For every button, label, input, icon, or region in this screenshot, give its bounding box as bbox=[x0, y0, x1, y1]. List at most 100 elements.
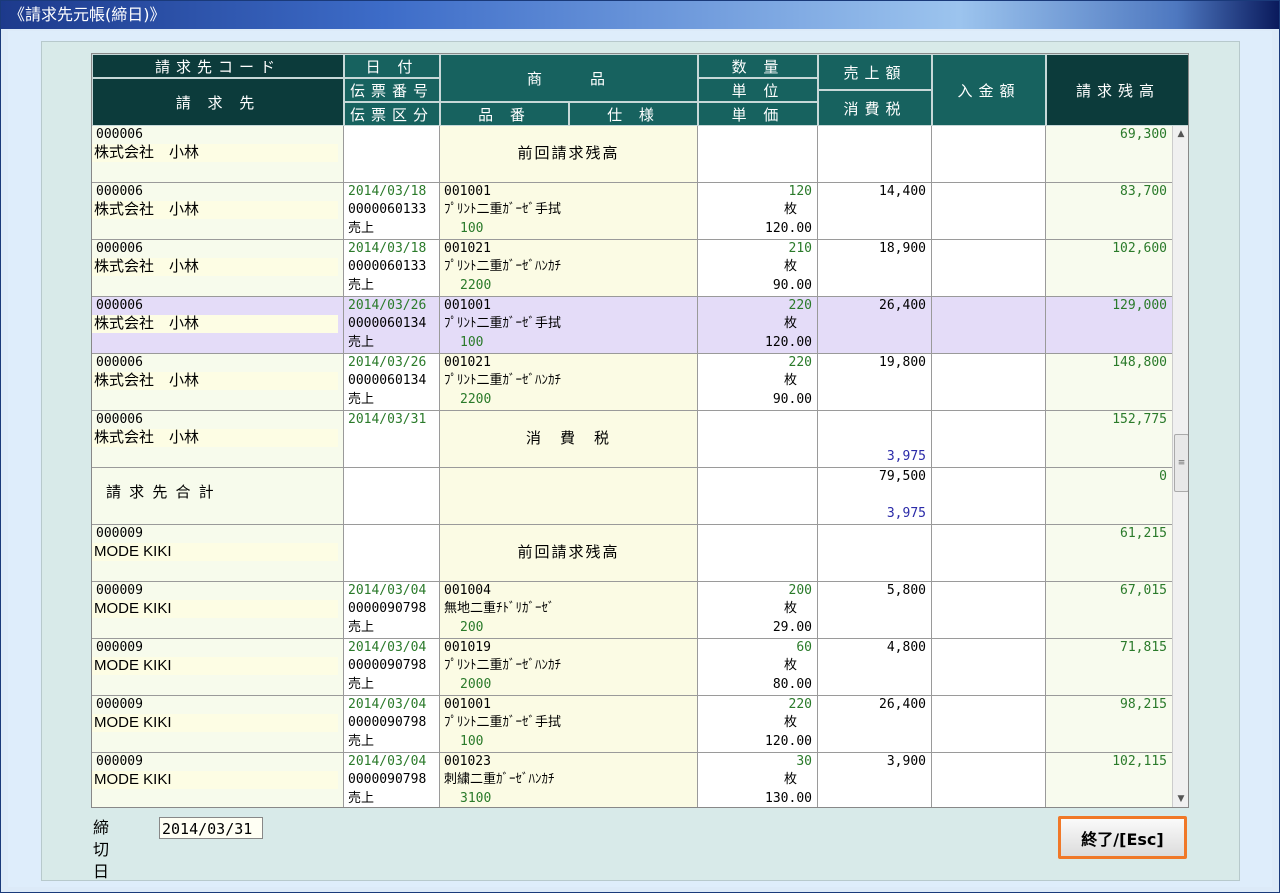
customer-cell: 000009 MODE KIKI bbox=[92, 696, 344, 752]
customer-name: MODE KIKI bbox=[92, 771, 338, 789]
quantity: 200 bbox=[788, 583, 812, 598]
table-row[interactable]: 000006 株式会社 小林 2014/03/18 0000060133 売上 … bbox=[92, 240, 1172, 297]
product-cell: 001023 刺繍二重ｶﾞｰｾﾞﾊﾝｶﾁ 3100 bbox=[440, 753, 698, 807]
slip-date: 2014/03/18 bbox=[348, 241, 427, 256]
unit: 枚 bbox=[783, 373, 797, 388]
header-spec: 仕 様 bbox=[569, 102, 698, 126]
product-spec: 2200 bbox=[460, 278, 492, 293]
end-button[interactable]: 終了/[Esc] bbox=[1058, 816, 1187, 859]
product-name: 刺繍二重ｶﾞｰｾﾞﾊﾝｶﾁ bbox=[444, 772, 555, 787]
customer-name: 株式会社 小林 bbox=[92, 429, 338, 447]
scroll-thumb[interactable]: ≡ bbox=[1174, 434, 1188, 492]
balance-cell: 61,215 bbox=[1046, 525, 1172, 581]
customer-cell: 請 求 先 合 計 bbox=[92, 468, 344, 524]
quantity-cell: 220 枚 120.00 bbox=[698, 696, 818, 752]
sales-cell: 4,800 bbox=[818, 639, 932, 695]
header-unit: 単 位 bbox=[698, 78, 818, 102]
table-row[interactable]: 000006 株式会社 小林 2014/03/26 0000060134 売上 … bbox=[92, 354, 1172, 411]
sales-amount: 26,400 bbox=[879, 697, 926, 712]
slip-date: 2014/03/04 bbox=[348, 754, 427, 769]
quantity-cell bbox=[698, 411, 818, 467]
table-row[interactable]: 請 求 先 合 計 79,500 3,975 0 bbox=[92, 468, 1172, 525]
payment-cell bbox=[932, 183, 1046, 239]
app-window: 《請求先元帳(締日)》 請求先コード 請 求 先 日 付 伝票番号 伝票区分 商… bbox=[0, 0, 1280, 893]
table-row[interactable]: 000009 MODE KIKI 2014/03/04 0000090798 売… bbox=[92, 696, 1172, 753]
product-spec: 2200 bbox=[460, 392, 492, 407]
unit-price: 120.00 bbox=[765, 221, 812, 236]
product-cell: 消 費 税 bbox=[440, 411, 698, 467]
date-cell bbox=[344, 468, 440, 524]
vertical-scrollbar[interactable]: ▲ ≡ ▼ bbox=[1172, 126, 1188, 807]
header-unit-price: 単 価 bbox=[698, 102, 818, 126]
table-row[interactable]: 000006 株式会社 小林 2014/03/31 消 費 税 3,975 15… bbox=[92, 411, 1172, 468]
product-code: 001021 bbox=[444, 355, 491, 370]
product-name: ﾌﾟﾘﾝﾄ二重ｶﾞｰｾﾞﾊﾝｶﾁ bbox=[444, 373, 562, 388]
customer-cell: 000009 MODE KIKI bbox=[92, 753, 344, 807]
product-spec: 100 bbox=[460, 734, 484, 749]
table-row[interactable]: 000009 MODE KIKI 2014/03/04 0000090798 売… bbox=[92, 582, 1172, 639]
slip-date: 2014/03/04 bbox=[348, 640, 427, 655]
unit: 枚 bbox=[783, 259, 797, 274]
date-cell: 2014/03/18 0000060133 売上 bbox=[344, 183, 440, 239]
unit-price: 80.00 bbox=[772, 677, 812, 692]
slip-date: 2014/03/31 bbox=[348, 412, 427, 427]
header-product-no: 品 番 bbox=[440, 102, 569, 126]
customer-name: MODE KIKI bbox=[92, 543, 338, 561]
balance-amount: 129,000 bbox=[1112, 298, 1167, 313]
table-row[interactable]: 000006 株式会社 小林 2014/03/26 0000060134 売上 … bbox=[92, 297, 1172, 354]
unit: 枚 bbox=[783, 316, 797, 331]
table-row[interactable]: 000009 MODE KIKI 2014/03/04 0000090798 売… bbox=[92, 753, 1172, 807]
product-cell: 前回請求残高 bbox=[440, 525, 698, 581]
unit-price: 29.00 bbox=[772, 620, 812, 635]
sales-cell: 26,400 bbox=[818, 696, 932, 752]
balance-amount: 71,815 bbox=[1120, 640, 1167, 655]
customer-code: 000006 bbox=[96, 412, 143, 427]
scroll-up-icon[interactable]: ▲ bbox=[1173, 126, 1188, 142]
slip-type: 売上 bbox=[348, 677, 375, 692]
product-name: ﾌﾟﾘﾝﾄ二重ｶﾞｰｾﾞ手拭 bbox=[444, 316, 562, 331]
customer-code: 000006 bbox=[96, 127, 143, 142]
table-row[interactable]: 000006 株式会社 小林 前回請求残高 69,300 bbox=[92, 126, 1172, 183]
quantity-cell: 220 枚 90.00 bbox=[698, 354, 818, 410]
customer-total-label: 請 求 先 合 計 bbox=[106, 484, 216, 501]
scroll-down-icon[interactable]: ▼ bbox=[1173, 791, 1188, 807]
balance-cell: 102,115 bbox=[1046, 753, 1172, 807]
table-row[interactable]: 000009 MODE KIKI 前回請求残高 61,215 bbox=[92, 525, 1172, 582]
quantity-cell: 210 枚 90.00 bbox=[698, 240, 818, 296]
header-product: 商 品 bbox=[440, 54, 698, 102]
product-spec: 100 bbox=[460, 335, 484, 350]
sales-cell: 3,975 bbox=[818, 411, 932, 467]
closing-date-field[interactable]: 2014/03/31 bbox=[159, 817, 263, 839]
product-code: 001021 bbox=[444, 241, 491, 256]
payment-cell bbox=[932, 297, 1046, 353]
slip-number: 0000060134 bbox=[348, 373, 427, 388]
unit: 枚 bbox=[783, 202, 797, 217]
balance-amount: 67,015 bbox=[1120, 583, 1167, 598]
customer-code: 000006 bbox=[96, 355, 143, 370]
sales-cell: 19,800 bbox=[818, 354, 932, 410]
product-label: 消 費 税 bbox=[525, 430, 611, 447]
product-cell: 001019 ﾌﾟﾘﾝﾄ二重ｶﾞｰｾﾞﾊﾝｶﾁ 2000 bbox=[440, 639, 698, 695]
payment-cell bbox=[932, 354, 1046, 410]
sales-cell: 5,800 bbox=[818, 582, 932, 638]
product-name: 無地二重ﾁﾄﾞﾘｶﾞｰｾﾞ bbox=[444, 601, 555, 616]
payment-cell bbox=[932, 753, 1046, 807]
customer-cell: 000006 株式会社 小林 bbox=[92, 297, 344, 353]
sales-amount: 14,400 bbox=[879, 184, 926, 199]
balance-amount: 102,600 bbox=[1112, 241, 1167, 256]
customer-code: 000009 bbox=[96, 697, 143, 712]
header-sales: 売上額 bbox=[818, 54, 932, 90]
balance-amount: 83,700 bbox=[1120, 184, 1167, 199]
header-tax: 消費税 bbox=[818, 90, 932, 126]
quantity: 220 bbox=[788, 298, 812, 313]
unit-price: 90.00 bbox=[772, 278, 812, 293]
table-row[interactable]: 000009 MODE KIKI 2014/03/04 0000090798 売… bbox=[92, 639, 1172, 696]
unit: 枚 bbox=[783, 772, 797, 787]
quantity: 30 bbox=[796, 754, 812, 769]
payment-cell bbox=[932, 240, 1046, 296]
table-row[interactable]: 000006 株式会社 小林 2014/03/18 0000060133 売上 … bbox=[92, 183, 1172, 240]
balance-cell: 69,300 bbox=[1046, 126, 1172, 182]
tax-amount: 3,975 bbox=[886, 449, 926, 464]
slip-type: 売上 bbox=[348, 734, 375, 749]
customer-cell: 000006 株式会社 小林 bbox=[92, 183, 344, 239]
